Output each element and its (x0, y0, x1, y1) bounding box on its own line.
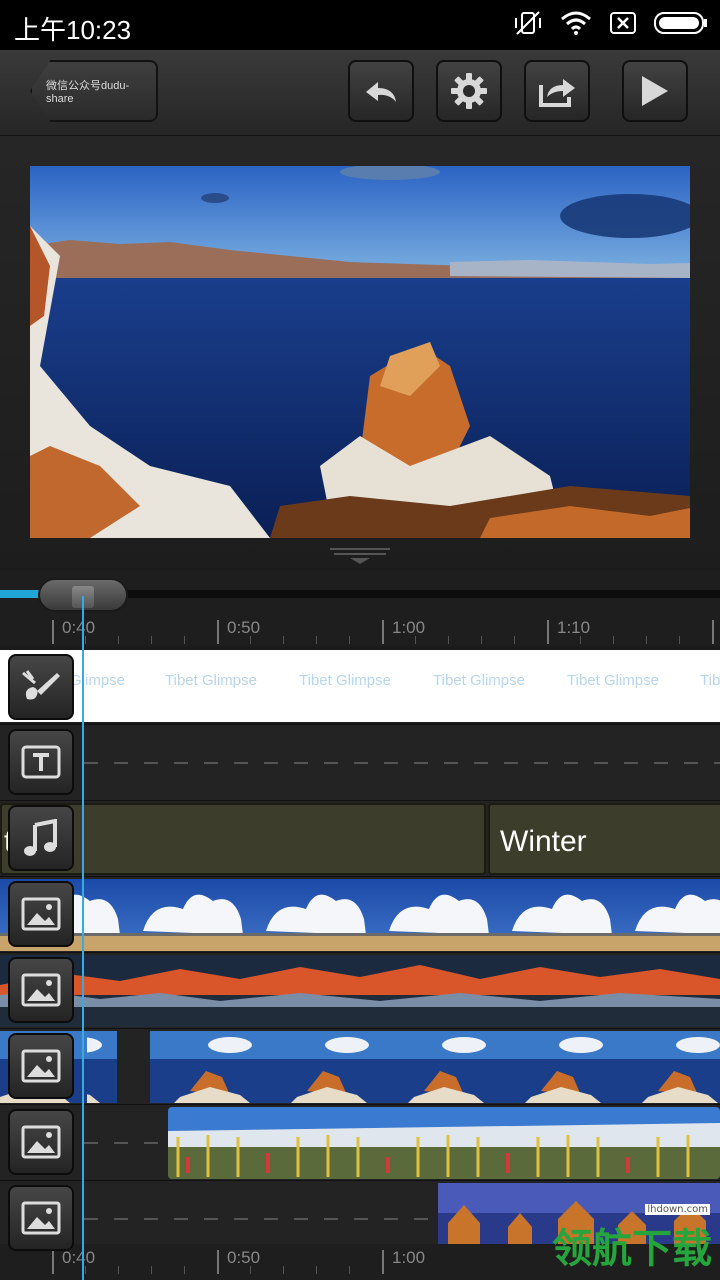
theme-title: Tibet Glimpse (299, 672, 391, 689)
video-track[interactable] (0, 876, 720, 952)
image-icon (21, 897, 61, 931)
video-editor-screen: 上午10:23 微信公众号dudu-share 0:40 0:50 1:00 1… (0, 0, 720, 1280)
add-music-button[interactable] (8, 805, 74, 871)
theme-button[interactable] (8, 654, 74, 720)
music-clip[interactable]: Winter (488, 803, 720, 875)
ruler-label: 0:40 (62, 1248, 96, 1267)
ruler-label: 0:50 (227, 618, 261, 637)
theme-title: Tibet Glimpse (433, 672, 525, 689)
undo-icon (366, 82, 396, 102)
settings-button[interactable] (436, 60, 502, 122)
clip-image-button[interactable] (8, 1185, 74, 1251)
video-clip[interactable] (0, 879, 720, 951)
editor-toolbar: 微信公众号dudu-share (0, 50, 720, 136)
clip-image-button[interactable] (8, 1033, 74, 1099)
video-clip[interactable] (168, 1107, 720, 1179)
ruler-label: 1:00 (392, 618, 426, 637)
theme-track[interactable]: Glimpse Tibet Glimpse Tibet Glimpse Tibe… (0, 650, 720, 722)
status-icons (514, 10, 708, 36)
clip-image-button[interactable] (8, 881, 74, 947)
theme-title: Glimpse (70, 672, 126, 689)
ruler-label: 1:10 (557, 618, 591, 637)
back-button[interactable]: 微信公众号dudu-share (30, 60, 158, 122)
share-icon (539, 79, 575, 107)
wifi-icon (561, 11, 591, 35)
watermark-sub: lhdown.com (645, 1204, 710, 1215)
watermark-logo: lhdown.com 领航下载 (552, 1204, 712, 1274)
preview-image[interactable] (30, 166, 690, 538)
image-icon (21, 1049, 61, 1083)
time-ruler-top: 0:40 0:50 1:00 1:10 (0, 614, 720, 646)
ruler-label: 1:00 (392, 1248, 426, 1267)
video-clip[interactable] (0, 955, 720, 1027)
play-button[interactable] (622, 60, 688, 122)
music-note-icon (24, 819, 57, 856)
watermark-text: 领航下载 (552, 1226, 712, 1272)
ruler-label: 0:40 (62, 618, 96, 637)
theme-strip: Glimpse Tibet Glimpse Tibet Glimpse Tibe… (0, 650, 720, 722)
image-icon (21, 1125, 61, 1159)
text-track[interactable] (0, 724, 720, 800)
gear-icon (451, 73, 487, 109)
video-clip[interactable] (0, 1031, 720, 1103)
sim-error-icon (610, 12, 636, 34)
theme-title: Tibet Glimpse (165, 672, 257, 689)
share-button[interactable] (524, 60, 590, 122)
play-icon (642, 76, 668, 106)
status-time: 上午10:23 (14, 15, 132, 45)
music-track[interactable]: t Winter (0, 800, 720, 876)
music-clip-label: Winter (500, 825, 587, 858)
clip-image-button[interactable] (8, 957, 74, 1023)
playhead[interactable] (82, 596, 84, 1280)
brush-icon (22, 670, 60, 700)
timeline-scrubber[interactable] (0, 570, 720, 620)
clip-image-button[interactable] (8, 1109, 74, 1175)
ruler-label: 0:50 (227, 1248, 261, 1267)
vibrate-off-icon (515, 11, 541, 35)
battery-icon (654, 12, 707, 34)
preview-area (0, 136, 720, 568)
image-icon (21, 973, 61, 1007)
text-icon (21, 745, 61, 779)
preview-collapse-handle[interactable] (330, 546, 390, 564)
theme-title: Tibet Glimpse (567, 672, 659, 689)
theme-title: Tib (700, 672, 720, 689)
video-track[interactable] (0, 1104, 720, 1180)
add-text-button[interactable] (8, 729, 74, 795)
status-bar: 上午10:23 (0, 0, 720, 50)
back-button-label: 微信公众号dudu-share (46, 80, 130, 105)
image-icon (21, 1201, 61, 1235)
video-track[interactable] (0, 1028, 720, 1104)
video-track[interactable] (0, 952, 720, 1028)
undo-button[interactable] (348, 60, 414, 122)
